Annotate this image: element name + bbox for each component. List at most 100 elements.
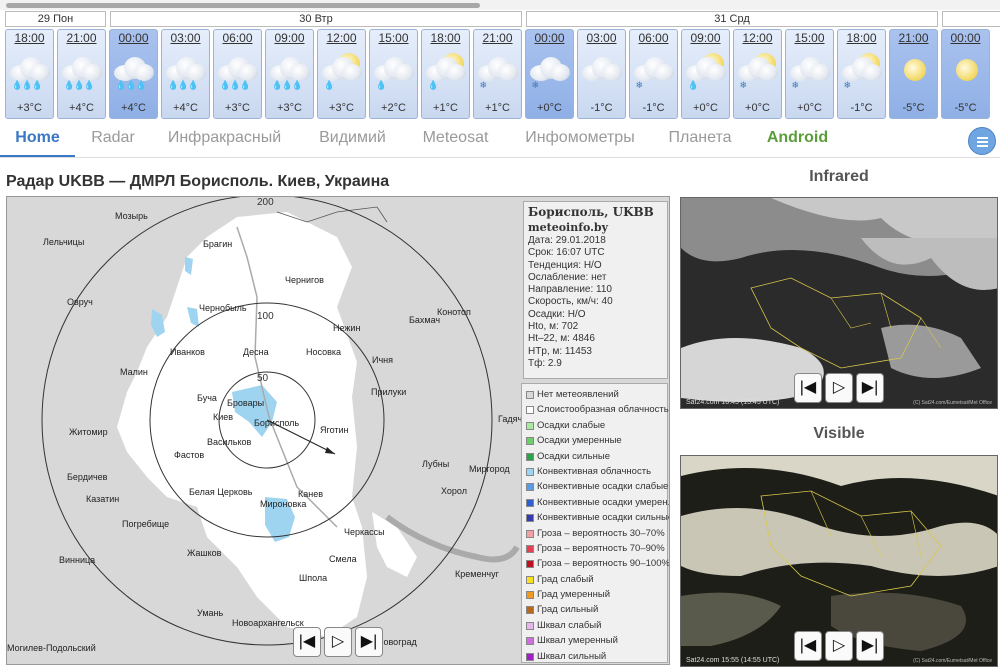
forecast-slot[interactable]: 06:00 ❄ -1°C [629,29,678,119]
forecast-time[interactable]: 21:00 [890,31,937,45]
forecast-temp: +3°C [329,102,354,114]
forecast-strip: 18:00 💧💧💧 +3°C 21:00 💧💧💧 +4°C 00:00 💧💧💧 +4°C 03:0… [0,29,1000,119]
forecast-time[interactable]: 21:00 [474,31,521,45]
play-button[interactable]: ▷ [825,631,853,661]
forecast-time[interactable]: 18:00 [838,31,885,45]
previous-frame-button[interactable]: |◀ [293,627,321,657]
forecast-temp: +3°C [277,102,302,114]
city-label: Умань [197,608,224,618]
nav-tab-инфракрасный[interactable]: Инфракрасный [152,120,297,157]
nav-tab-radar[interactable]: Radar [78,120,148,157]
forecast-time[interactable]: 03:00 [162,31,209,45]
city-label: Миргород [469,464,510,474]
city-label: Казатин [86,494,120,504]
legend-label: Град умеренный [537,589,611,601]
day-header: 31 Срд [526,11,938,27]
menu-button[interactable] [968,127,996,155]
play-button[interactable]: ▷ [324,627,352,657]
previous-frame-button[interactable]: |◀ [794,631,822,661]
forecast-slot[interactable]: 06:00 💧💧💧 +3°C [213,29,262,119]
forecast-slot[interactable]: 09:00 💧💧💧 +3°C [265,29,314,119]
legend-label: Конвективная облачность [537,465,652,477]
city-label: Смела [329,554,357,564]
city-label: Киев [213,412,234,422]
forecast-time[interactable]: 12:00 [734,31,781,45]
legend-label: Конвективные осадки умерен. [537,496,670,508]
legend-item: Град слабый [525,572,664,587]
forecast-time[interactable]: 18:00 [6,31,53,45]
forecast-slot[interactable]: 21:00 💧💧💧 +4°C [57,29,106,119]
forecast-time[interactable]: 03:00 [578,31,625,45]
sun-cloud-rain-icon: 💧 [320,47,364,90]
radar-info-line: Ослабление: нет [528,271,607,283]
nav-tab-планета[interactable]: Планета [655,120,745,157]
city-label: Бровары [227,398,265,408]
forecast-time[interactable]: 15:00 [786,31,833,45]
nav-tab-home[interactable]: Home [0,120,75,157]
forecast-slot[interactable]: 21:00 ❄ +1°C [473,29,522,119]
forecast-slot[interactable]: 15:00 ❄ +0°C [785,29,834,119]
horizontal-scrollbar[interactable] [0,0,1000,10]
forecast-slot[interactable]: 12:00 ❄ +0°C [733,29,782,119]
forecast-slot[interactable]: 03:00 -1°C [577,29,626,119]
next-frame-button[interactable]: ▶| [856,373,884,403]
cloud-rain-icon: 💧💧💧 [60,47,104,90]
forecast-time[interactable]: 00:00 [110,31,157,45]
infrared-caption: Sat24.com 16:45 (15:45 UTC) [686,399,780,406]
forecast-time[interactable]: 09:00 [682,31,729,45]
forecast-temp: +4°C [69,102,94,114]
visible-image: Sat24.com 15:55 (14:55 UTC) (C) Sat24.co… [680,455,998,667]
radar-info-line: Срок: 16:07 UTC [528,247,605,259]
forecast-slot[interactable]: 00:00 ❄ +0°C [525,29,574,119]
legend-item: Осадки сильные [525,449,664,464]
forecast-slot[interactable]: 18:00 💧 +1°C [421,29,470,119]
precip-icon: 💧💧💧 [115,80,148,90]
forecast-time[interactable]: 21:00 [58,31,105,45]
city-label: Конотоп [437,307,471,317]
forecast-slot[interactable]: 12:00 💧 +3°C [317,29,366,119]
scrollbar-thumb[interactable] [6,3,480,8]
legend-swatch [526,606,534,615]
legend-item: Конвективные осадки сильные [525,510,669,525]
forecast-slot[interactable]: 03:00 💧💧💧 +4°C [161,29,210,119]
forecast-slot[interactable]: 21:00 -5°C [889,29,938,119]
visible-player: |◀ ▷ ▶| [794,631,884,661]
forecast-time[interactable]: 06:00 [214,31,261,45]
nav-tab-meteosat[interactable]: Meteosat [408,120,503,157]
legend-label: Осадки сильные [537,450,610,462]
forecast-temp: -5°C [902,102,925,114]
sun-cloud-snow-icon: ❄ [736,47,780,90]
legend-label: Конвективные осадки сильные [537,512,670,524]
city-label: Чернигов [285,275,324,285]
forecast-time[interactable]: 09:00 [266,31,313,45]
legend-item: Осадки слабые [525,418,664,433]
radar-station-name: Борисполь, UKBB [528,205,654,219]
city-label: Овруч [67,297,93,307]
forecast-slot[interactable]: 18:00 💧💧💧 +3°C [5,29,54,119]
forecast-slot[interactable]: 00:00 -5°C [941,29,990,119]
forecast-slot[interactable]: 18:00 ❄ -1°C [837,29,886,119]
forecast-temp: +1°C [485,102,510,114]
play-button[interactable]: ▷ [825,373,853,403]
forecast-time[interactable]: 18:00 [422,31,469,45]
nav-tab-видимий[interactable]: Видимий [300,120,405,157]
next-frame-button[interactable]: ▶| [355,627,383,657]
forecast-time[interactable]: 12:00 [318,31,365,45]
legend-item: Град сильный [525,602,664,617]
forecast-time[interactable]: 06:00 [630,31,677,45]
ring-label: 50 [257,373,269,384]
next-frame-button[interactable]: ▶| [856,631,884,661]
previous-frame-button[interactable]: |◀ [794,373,822,403]
nav-tab-android[interactable]: Android [750,120,845,157]
cloud-rain-icon: 💧💧💧 [268,47,312,90]
legend-label: Град слабый [537,573,594,585]
nav-tab-инфомометры[interactable]: Инфомометры [505,120,655,157]
forecast-time[interactable]: 15:00 [370,31,417,45]
forecast-time[interactable]: 00:00 [526,31,573,45]
forecast-slot[interactable]: 00:00 💧💧💧 +4°C [109,29,158,119]
forecast-time[interactable]: 00:00 [942,31,989,45]
legend-swatch [526,406,534,415]
radar-info-line: Скорость, км/ч: 40 [528,296,613,308]
forecast-slot[interactable]: 15:00 💧 +2°C [369,29,418,119]
forecast-slot[interactable]: 09:00 💧 +0°C [681,29,730,119]
